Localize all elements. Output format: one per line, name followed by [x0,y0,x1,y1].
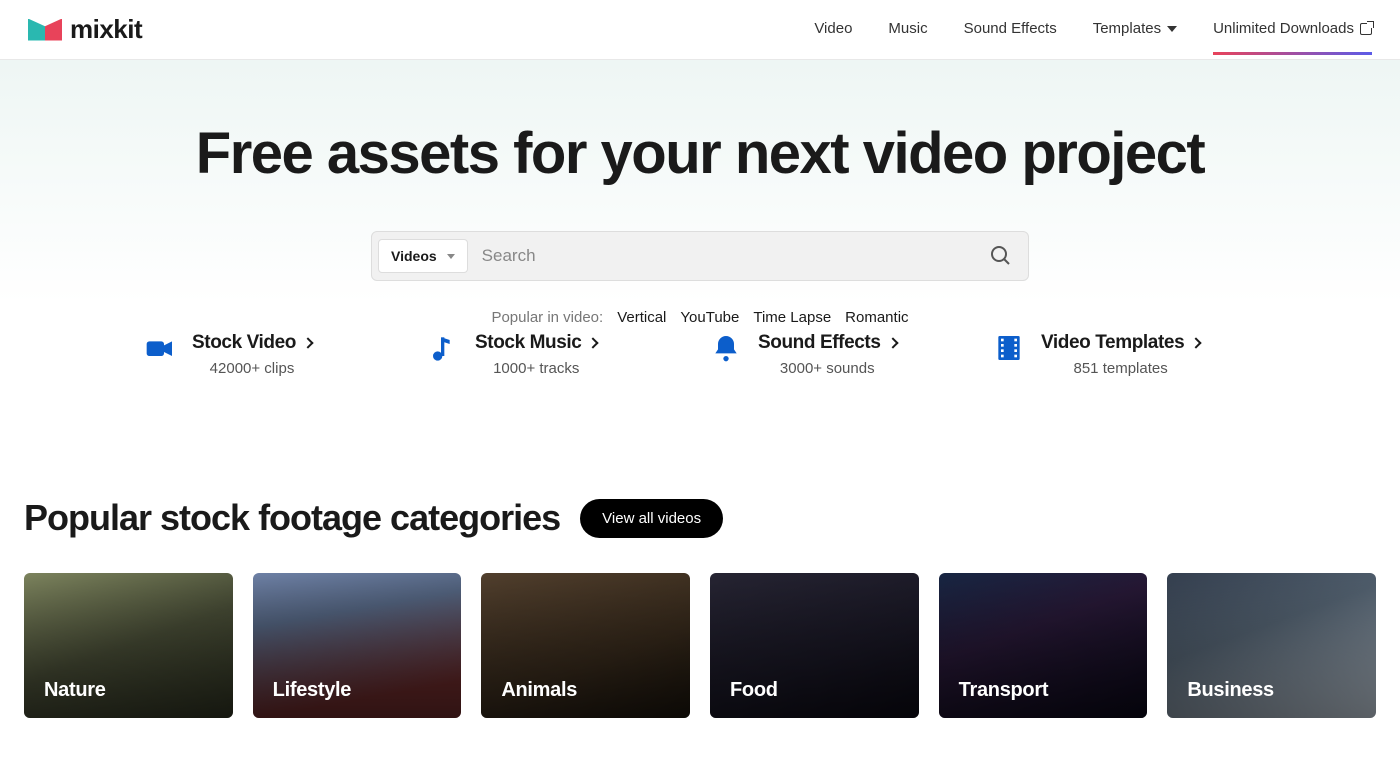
category-tile-animals[interactable]: Animals [481,573,690,718]
category-tile-business[interactable]: Business [1167,573,1376,718]
search-button[interactable] [978,239,1022,274]
popular-searches: Popular in video: Vertical YouTube Time … [24,309,1376,326]
chevron-right-icon [887,337,898,348]
category-tile-food[interactable]: Food [710,573,919,718]
category-tile-lifestyle[interactable]: Lifestyle [253,573,462,718]
hero: Free assets for your next video project … [0,60,1400,467]
categories-section: Popular stock footage categories View al… [0,467,1400,758]
asset-sound-effects[interactable]: Sound Effects 3000+ sounds [710,332,973,377]
nav-music[interactable]: Music [888,20,927,39]
music-note-icon [427,332,459,364]
category-tile-nature[interactable]: Nature [24,573,233,718]
bell-icon [710,332,742,364]
nav-unlimited-downloads[interactable]: Unlimited Downloads [1213,20,1372,39]
search-filter-select[interactable]: Videos [378,239,468,273]
category-tile-transport[interactable]: Transport [939,573,1148,718]
asset-type-row: Stock Video 42000+ clips Stock Music 100… [24,326,1376,417]
categories-grid: Nature Lifestyle Animals Food Transport … [24,573,1376,718]
main-nav: Video Music Sound Effects Templates Unli… [814,20,1372,39]
chevron-down-icon [1167,26,1177,32]
asset-video-templates[interactable]: Video Templates 851 templates [993,332,1256,377]
chevron-right-icon [1191,337,1202,348]
chevron-down-icon [447,254,455,259]
chevron-right-icon [302,337,313,348]
popular-tag-youtube[interactable]: YouTube [680,309,739,326]
nav-templates[interactable]: Templates [1093,20,1177,39]
hero-title: Free assets for your next video project [24,120,1376,187]
popular-tag-vertical[interactable]: Vertical [617,309,666,326]
nav-video[interactable]: Video [814,20,852,39]
popular-tag-romantic[interactable]: Romantic [845,309,908,326]
logo[interactable]: mixkit [28,14,142,45]
search-input[interactable] [478,238,968,274]
asset-stock-video[interactable]: Stock Video 42000+ clips [144,332,407,377]
search-icon [988,243,1012,267]
popular-tag-time-lapse[interactable]: Time Lapse [753,309,831,326]
popular-label: Popular in video: [491,309,603,326]
categories-heading: Popular stock footage categories [24,497,560,539]
nav-sound-effects[interactable]: Sound Effects [964,20,1057,39]
header: mixkit Video Music Sound Effects Templat… [0,0,1400,60]
chevron-right-icon [588,337,599,348]
logo-mark-icon [28,19,62,41]
asset-stock-music[interactable]: Stock Music 1000+ tracks [427,332,690,377]
view-all-videos-button[interactable]: View all videos [580,499,723,538]
brand-name: mixkit [70,14,142,45]
search-bar: Videos [371,231,1029,281]
external-link-icon [1360,23,1372,35]
categories-header: Popular stock footage categories View al… [24,497,1376,539]
film-strip-icon [993,332,1025,364]
video-camera-icon [144,332,176,364]
